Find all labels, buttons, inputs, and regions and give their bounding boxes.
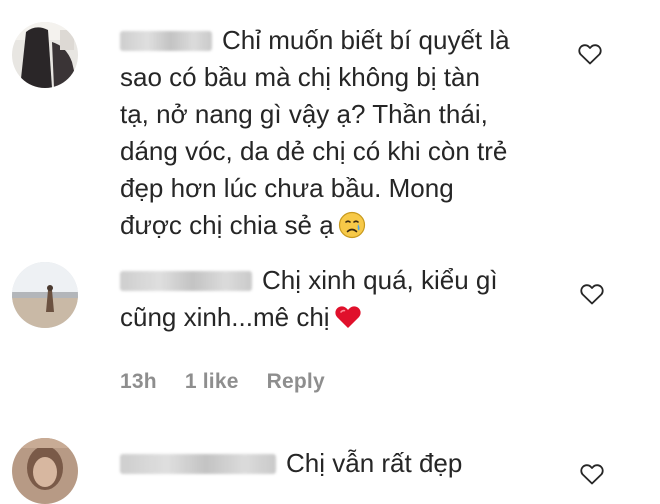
username-blurred[interactable] [120,271,252,291]
likes-count-link[interactable]: 1 like [185,370,239,393]
comment-line-2: cũng xinh...mê chị [120,302,330,332]
comment-meta: 13h 1 like Reply [120,370,347,394]
comment-line-6: được chị chia sẻ ạ [120,210,334,240]
crying-face-icon [338,211,366,239]
avatar[interactable] [12,438,78,504]
red-heart-icon [334,303,362,331]
comment-time: 13h [120,370,157,393]
avatar[interactable] [12,22,78,88]
comment-line-1: Chỉ muốn biết bí quyết là [222,25,510,55]
username-blurred[interactable] [120,31,212,51]
comment-text: Chị xinh quá, kiểu gì cũng xinh...mê chị [120,262,560,336]
comment-line-3: tạ, nở nang gì vậy ạ? Thần thái, [120,99,488,129]
like-heart-icon[interactable] [579,462,605,486]
like-heart-icon[interactable] [577,42,603,66]
comment-line-2: sao có bầu mà chị không bị tàn [120,62,480,92]
comment-text: Chỉ muốn biết bí quyết là sao có bầu mà … [120,22,560,244]
comment-line-4: dáng vóc, da dẻ chị có khi còn trẻ [120,136,508,166]
reply-button[interactable]: Reply [267,370,325,393]
comment-line-1: Chị vẫn rất đẹp [286,448,463,478]
username-blurred[interactable] [120,454,276,474]
comment-line-1: Chị xinh quá, kiểu gì [262,265,498,295]
avatar[interactable] [12,262,78,328]
comment-text: Chị vẫn rất đẹp [120,445,560,482]
comment-line-5: đẹp hơn lúc chưa bầu. Mong [120,173,454,203]
like-heart-icon[interactable] [579,282,605,306]
